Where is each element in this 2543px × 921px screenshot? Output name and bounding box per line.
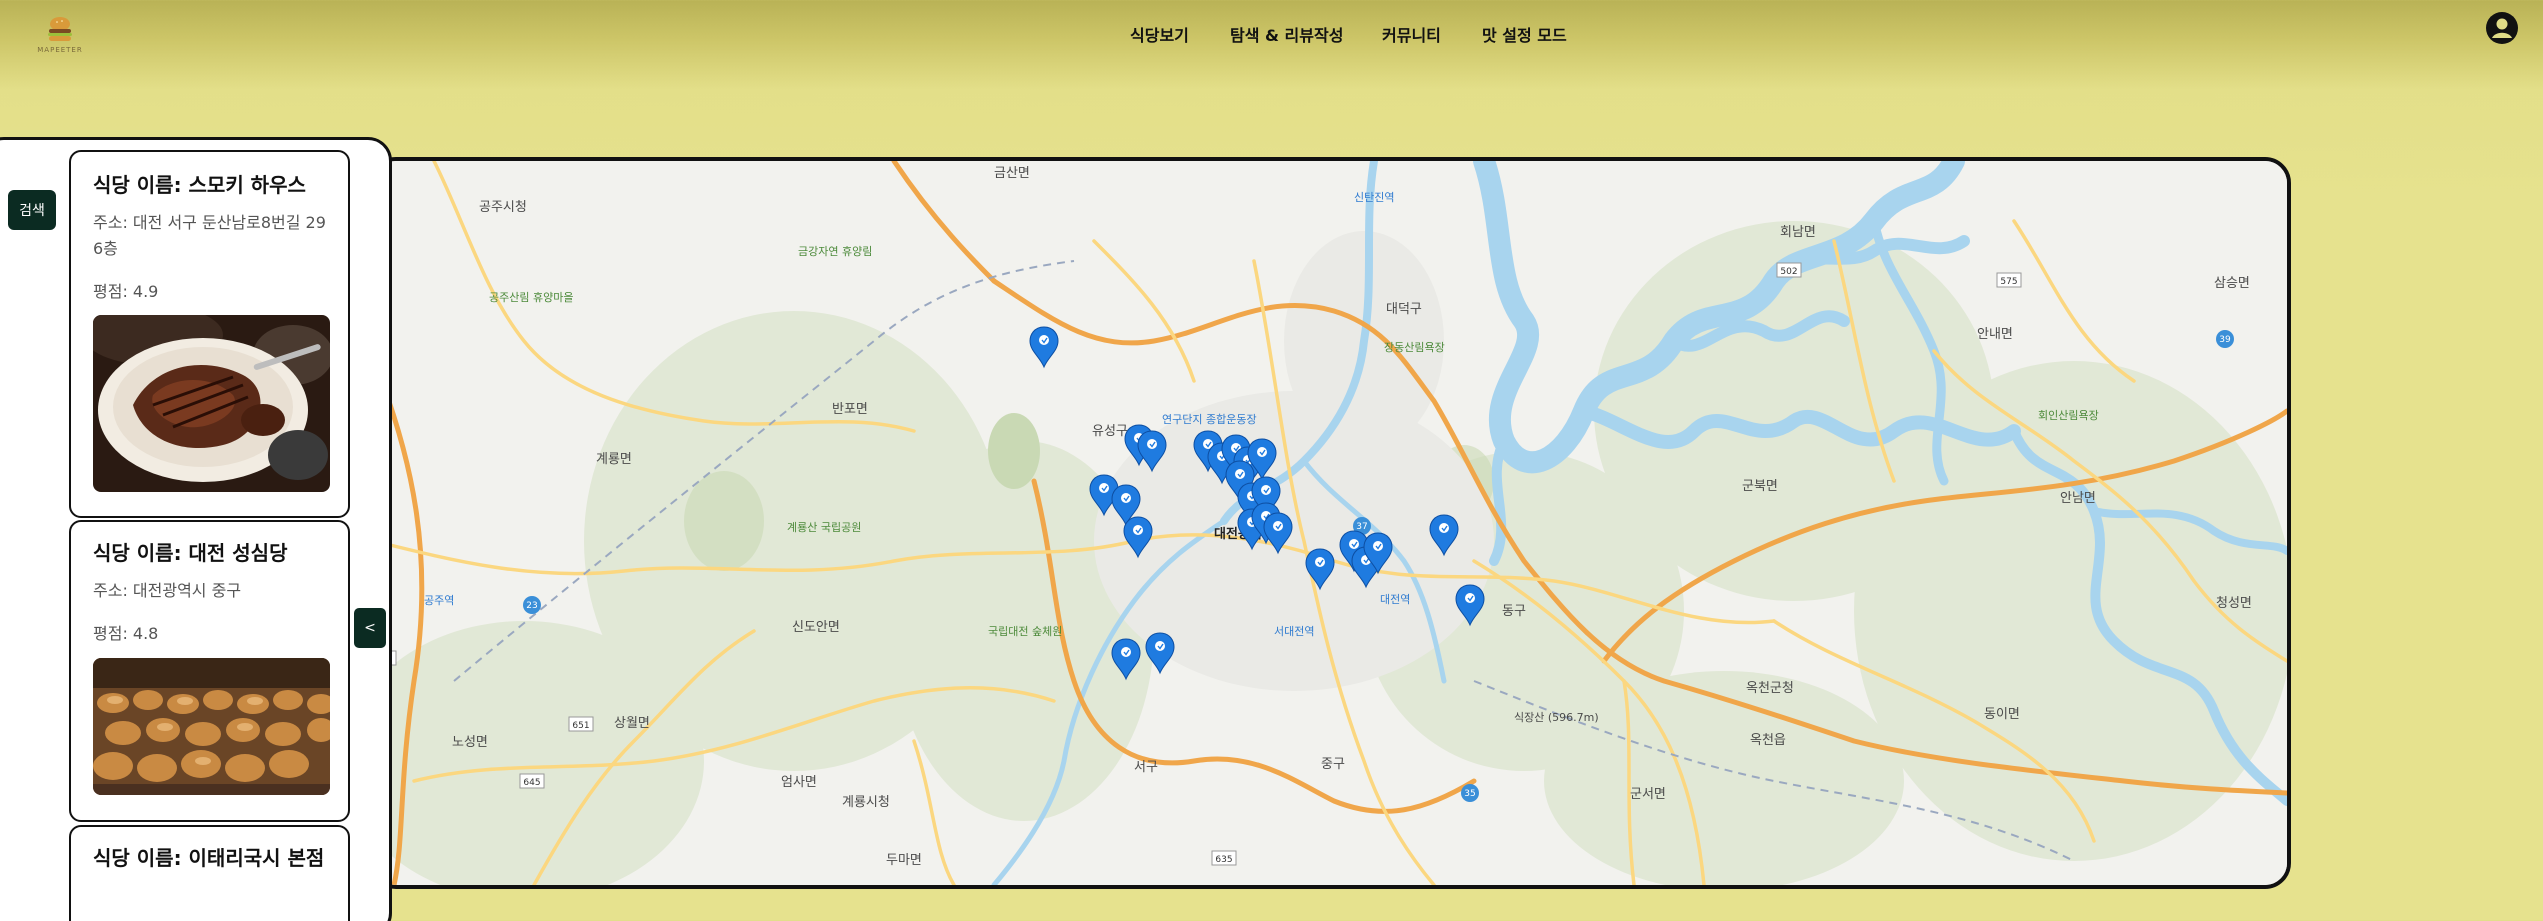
restaurant-card[interactable]: 식당 이름: 스모키 하우스 주소: 대전 서구 둔산남로8번길 29 6층 평… (69, 150, 350, 518)
bakery-bread-image (93, 658, 330, 795)
collapse-sidebar-button[interactable]: < (354, 608, 386, 648)
restaurant-map[interactable]: 37 23 35 643 575 502 39 651 645 635 금산면 … (370, 157, 2291, 889)
label-sintanjin: 신탄진역 (1354, 191, 1394, 204)
restaurant-rating: 평점: 4.8 (93, 624, 159, 643)
label-hoeinsan: 회인산림욕장 (2038, 409, 2099, 422)
label-dong: 동구 (1502, 604, 1526, 619)
restaurant-rating: 평점: 4.9 (93, 282, 159, 301)
restaurant-name: 식당 이름: 스모키 하우스 (93, 173, 306, 197)
svg-text:23: 23 (526, 601, 537, 611)
label-geumgang: 금강자연 휴양림 (798, 245, 872, 258)
label-cheongseong: 청성면 (2216, 596, 2252, 611)
svg-text:651: 651 (572, 721, 589, 731)
svg-text:645: 645 (523, 778, 540, 788)
restaurant-name: 식당 이름: 대전 성심당 (93, 541, 288, 565)
label-jung: 중구 (1321, 757, 1345, 772)
label-dongi: 동이면 (1984, 707, 2020, 722)
restaurant-address: 주소: 대전광역시 중구 (93, 581, 242, 600)
label-eomsa: 엄사면 (781, 775, 817, 790)
label-anae: 안내면 (1977, 327, 2013, 342)
label-noseong: 노성면 (452, 735, 488, 750)
label-okcheoneup: 옥천읍 (1750, 733, 1786, 748)
svg-text:635: 635 (1215, 855, 1232, 865)
label-gyeryongsan: 계룡산 국립공원 (787, 521, 861, 534)
label-gyeryongsi: 계룡시청 (842, 795, 890, 810)
svg-text:502: 502 (1780, 267, 1797, 277)
svg-text:575: 575 (2000, 277, 2017, 287)
label-seodaejeon: 서대전역 (1274, 625, 1314, 638)
label-samseung: 삼승면 (2214, 276, 2250, 291)
logo-text: MAPEETER (37, 46, 83, 54)
label-gunbuk: 군북면 (1742, 479, 1778, 494)
label-gonggoo: 공주역 (424, 594, 454, 607)
label-gunseo: 군서면 (1630, 787, 1666, 802)
restaurant-card[interactable]: 식당 이름: 대전 성심당 주소: 대전광역시 중구 평점: 4.8 (69, 520, 350, 822)
grilled-meat-image (93, 315, 330, 492)
nav-community[interactable]: 커뮤니티 (1382, 22, 1441, 46)
label-daejeonstation: 대전역 (1380, 593, 1410, 606)
label-gyeryong: 계룡면 (596, 452, 632, 467)
label-sangwol: 상월면 (614, 716, 650, 731)
label-jangdong: 장동산림욕장 (1384, 341, 1445, 354)
label-annam: 안남면 (2060, 491, 2096, 506)
user-circle-icon[interactable] (2486, 12, 2518, 44)
label-yuseong: 유성구 (1092, 424, 1128, 439)
mapeeter-logo[interactable]: MAPEETER (34, 14, 86, 60)
svg-text:39: 39 (2219, 335, 2231, 345)
label-yeongu: 연구단지 종합운동장 (1162, 413, 1257, 426)
label-okcheon: 옥천군청 (1746, 681, 1794, 696)
search-button[interactable]: 검색 (8, 190, 56, 230)
label-duma: 두마면 (886, 853, 922, 868)
map-canvas[interactable]: 37 23 35 643 575 502 39 651 645 635 금산면 … (374, 161, 2287, 885)
svg-text:35: 35 (1464, 789, 1475, 799)
nav-restaurants[interactable]: 식당보기 (1130, 22, 1189, 46)
label-geumsanmyeon: 금산면 (994, 166, 1030, 181)
svg-text:37: 37 (1356, 522, 1367, 532)
restaurant-photo (93, 315, 330, 492)
label-nationalforest: 국립대전 숲체원 (988, 625, 1062, 638)
label-hoenam: 회남면 (1780, 225, 1816, 240)
nav-explore-review[interactable]: 탐색 & 리뷰작성 (1230, 22, 1343, 46)
label-gongjusanlim: 공주산림 휴양마을 (489, 291, 573, 304)
restaurant-photo (93, 658, 330, 795)
restaurant-card[interactable]: 식당 이름: 이태리국시 본점 (69, 825, 350, 921)
label-gongjusi: 공주시청 (479, 200, 527, 215)
restaurant-address: 주소: 대전 서구 둔산남로8번길 29 6층 (93, 213, 326, 258)
nav-taste-mode[interactable]: 맛 설정 모드 (1482, 22, 1567, 46)
label-daedeok: 대덕구 (1386, 302, 1422, 317)
label-seo: 서구 (1134, 760, 1158, 775)
restaurant-name: 식당 이름: 이태리국시 본점 (93, 846, 325, 870)
label-sindoan: 신도안면 (792, 620, 840, 635)
label-banpo: 반포면 (832, 402, 868, 417)
top-header: MAPEETER 식당보기 탐색 & 리뷰작성 커뮤니티 맛 설정 모드 (0, 0, 2543, 78)
label-sikjangsan: 식장산 (596.7m) (1514, 711, 1599, 724)
